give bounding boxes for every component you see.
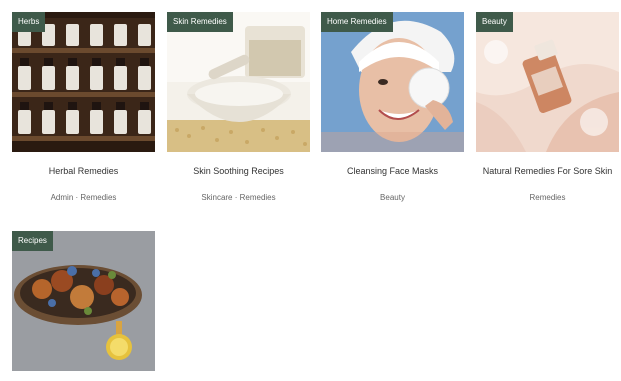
post-meta[interactable]: Admin · Remedies [12, 193, 155, 202]
mortar-pestle-image [167, 12, 310, 152]
post-card[interactable]: Herbs Herbal Remedies Admin · Remedies [12, 12, 155, 202]
post-thumbnail[interactable]: Home Remedies [321, 12, 464, 152]
essential-oil-bottle-image [476, 12, 619, 152]
post-meta[interactable]: Skincare · Remedies [167, 193, 310, 202]
food-platter-lemon-image [12, 231, 155, 371]
post-thumbnail[interactable]: Beauty [476, 12, 619, 152]
category-tag[interactable]: Recipes [12, 231, 53, 251]
category-tag[interactable]: Skin Remedies [167, 12, 233, 32]
post-title[interactable]: Natural Remedies For Sore Skin [476, 165, 619, 177]
post-thumbnail[interactable]: Skin Remedies [167, 12, 310, 152]
post-card[interactable]: Home Remedies Cleansing Face Masks Beaut… [321, 12, 464, 202]
post-thumbnail[interactable]: Herbs [12, 12, 155, 152]
post-grid: Herbs Herbal Remedies Admin · Remedies S… [0, 0, 621, 381]
post-meta[interactable]: Remedies [476, 193, 619, 202]
post-card[interactable]: Recipes [12, 231, 155, 371]
post-title[interactable]: Cleansing Face Masks [321, 165, 464, 177]
category-tag[interactable]: Beauty [476, 12, 513, 32]
post-meta[interactable]: Beauty [321, 193, 464, 202]
post-title[interactable]: Skin Soothing Recipes [167, 165, 310, 177]
woman-cotton-pad-image [321, 12, 464, 152]
post-title[interactable]: Herbal Remedies [12, 165, 155, 177]
apothecary-shelves-image [12, 12, 155, 152]
post-card[interactable]: Skin Remedies Skin Soothing Recipes Skin… [167, 12, 310, 202]
category-tag[interactable]: Home Remedies [321, 12, 393, 32]
post-thumbnail[interactable]: Recipes [12, 231, 155, 371]
category-tag[interactable]: Herbs [12, 12, 46, 32]
post-card[interactable]: Beauty Natural Remedies For Sore Skin Re… [476, 12, 619, 202]
